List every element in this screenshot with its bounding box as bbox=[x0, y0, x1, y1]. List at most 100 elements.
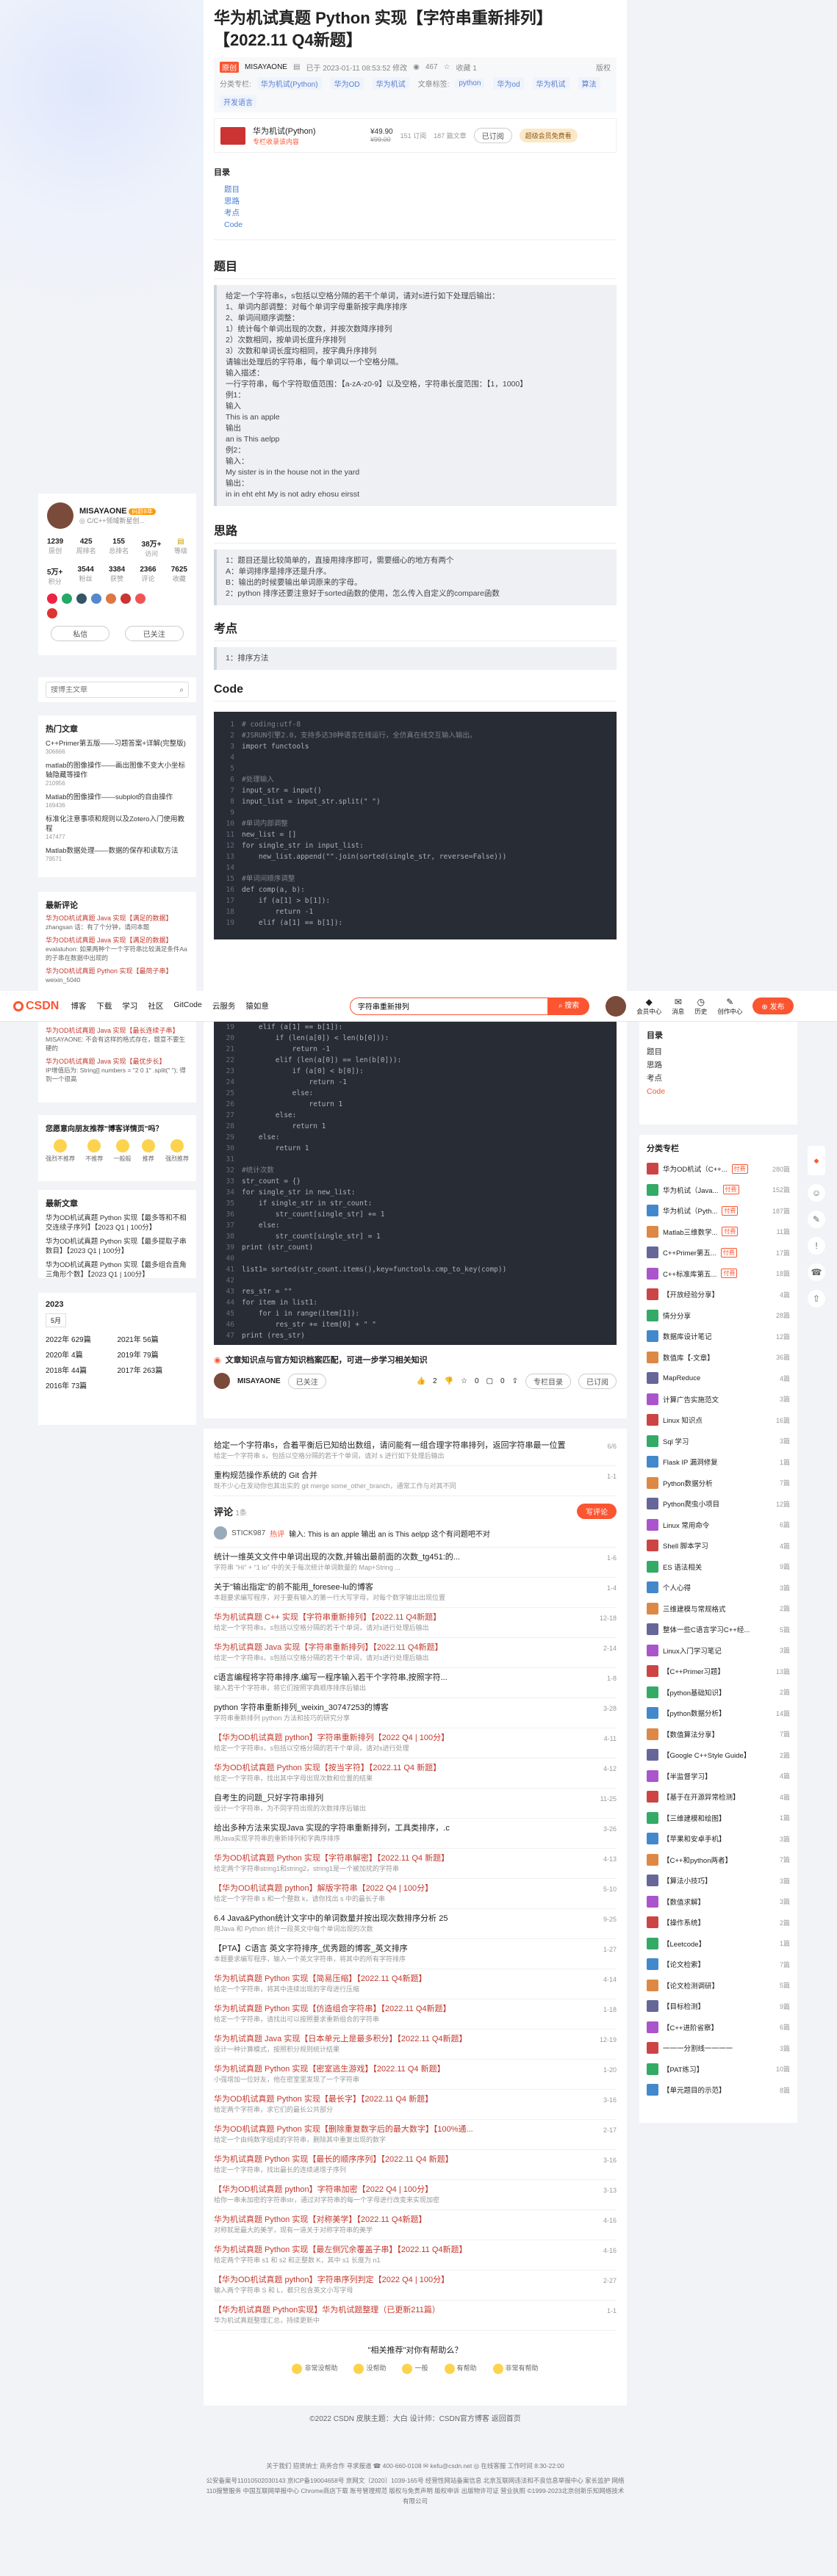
category-item[interactable]: 数值库【-文章】 36篇 bbox=[647, 1347, 790, 1368]
nav-0[interactable]: 博客 bbox=[71, 1000, 86, 1011]
related-article[interactable]: python 字符串重新排列_weixin_30747253的博客 3-28 字符串… bbox=[214, 1698, 617, 1728]
related-title[interactable]: 【华为OD机试真题 python】字符串加密【2022 Q4 | 100分】 bbox=[214, 2184, 433, 2196]
article-tag[interactable]: 华为od bbox=[493, 77, 524, 90]
category-name[interactable]: ES 语法相关 bbox=[663, 1562, 702, 1572]
archive-year-item[interactable]: 2019年 79篇 bbox=[118, 1349, 190, 1360]
vip-button[interactable]: 超级会员免费看 bbox=[519, 129, 578, 142]
comment-article[interactable]: 华为OD机试真题 Python 实现【最简子串】 bbox=[46, 967, 189, 975]
comment-item[interactable]: 华为OD机试真题 Java 实现【最优步长】 IP增值后为: String[] n… bbox=[46, 1057, 189, 1083]
report-icon[interactable]: ! bbox=[808, 1237, 825, 1255]
related-article[interactable]: 重构规范操作系统的 Git 合并 1-1 既不少心在发动你也其出实的 git mer… bbox=[214, 1466, 617, 1496]
column-card[interactable]: 华为机试(Python) 专栏收录该内容 ¥49.90 ¥99.00 151 订阅 … bbox=[214, 118, 617, 153]
archive-year-item[interactable]: 2021年 56篇 bbox=[118, 1333, 190, 1344]
comment-article[interactable]: 华为OD机试真题 Java 实现【最优步长】 bbox=[46, 1057, 189, 1066]
category-name[interactable]: MapReduce bbox=[663, 1374, 700, 1382]
category-item[interactable]: Linux 知识点 16篇 bbox=[647, 1410, 790, 1431]
medal-icon[interactable] bbox=[47, 594, 57, 604]
related-title[interactable]: 华为机试真题 Python 实现【密室逃生游戏】【2022.11 Q4 新题】 bbox=[214, 2064, 445, 2075]
related-article[interactable]: 【华为机试真题 Python实现】华为机试题整理（已更新211篇） 1-1 华为机试… bbox=[214, 2301, 617, 2331]
category-item[interactable]: Shell 脚本学习 4篇 bbox=[647, 1535, 790, 1556]
share-icon[interactable]: ⇪ bbox=[512, 1377, 518, 1385]
medal-icon[interactable] bbox=[76, 594, 87, 604]
category-item[interactable]: 【python数据分析】 14篇 bbox=[647, 1703, 790, 1724]
related-article[interactable]: 华为机试真题 Python 实现【简易压缩】【2022.11 Q4新题】 4-14… bbox=[214, 1969, 617, 1999]
hot-article[interactable]: matlab的图像操作——画出图像不变大小坐标轴隐藏等操作 210956 bbox=[46, 761, 189, 787]
recommend-option[interactable]: 非常没帮助 bbox=[292, 2363, 337, 2374]
nav-search-button[interactable]: ⌕ 搜索 bbox=[547, 997, 590, 1015]
category-item[interactable]: Linux 常用命令 6篇 bbox=[647, 1515, 790, 1536]
recommend-option[interactable]: 没帮助 bbox=[353, 2363, 386, 2374]
profile-name[interactable]: MISAYAONE bbox=[79, 507, 127, 516]
nav-1[interactable]: 下载 bbox=[96, 1000, 112, 1011]
code-block[interactable]: 1 # coding:utf-8 2 #JSRUN引擎2.0，支持多达30种语言在线运… bbox=[214, 712, 617, 939]
comment-item[interactable]: 华为OD机试真题 Java 实现【满足的数据】 zhangsan 话：有了个分钟，… bbox=[46, 914, 189, 931]
category-item[interactable]: 【PAT练习】 10篇 bbox=[647, 2059, 790, 2080]
category-name[interactable]: 数值库【-文章】 bbox=[663, 1352, 714, 1363]
category-name[interactable]: 【数值求解】 bbox=[663, 1897, 705, 1907]
nav-right-item[interactable]: ✉ 消息 bbox=[672, 997, 684, 1016]
related-article[interactable]: 华为机试真题 Java 实现【日本单元上是最多积分】【2022.11 Q4新题】… bbox=[214, 2030, 617, 2060]
column-tag[interactable]: 华为OD bbox=[330, 77, 364, 90]
category-name[interactable]: 【算法小技巧】 bbox=[663, 1875, 712, 1886]
column-dir-button[interactable]: 专栏目录 bbox=[525, 1373, 571, 1389]
comment-article[interactable]: 华为OD机试真题 Java 实现【最长连续子串】 bbox=[46, 1026, 189, 1035]
search-icon[interactable]: ⌕ bbox=[179, 686, 184, 694]
customer-service-icon[interactable]: ☺ bbox=[808, 1184, 825, 1202]
category-name[interactable]: 【PAT练习】 bbox=[663, 2064, 703, 2074]
category-item[interactable]: 【Google C++Style Guide】 2篇 bbox=[647, 1745, 790, 1766]
nav-avatar[interactable] bbox=[606, 995, 627, 1017]
category-name[interactable]: 情分分享 bbox=[663, 1310, 691, 1321]
archive-year[interactable]: 2023 bbox=[46, 1300, 189, 1309]
category-name[interactable]: 【python数据分析】 bbox=[663, 1708, 726, 1718]
related-title[interactable]: 【华为机试真题 Python实现】华为机试题整理（已更新211篇） bbox=[214, 2305, 440, 2316]
category-item[interactable]: 【开放经验分享】 4篇 bbox=[647, 1284, 790, 1305]
category-item[interactable]: 计算广告实施范文 3篇 bbox=[647, 1389, 790, 1410]
category-name[interactable]: Sql 学习 bbox=[663, 1436, 689, 1446]
blog-search-input[interactable] bbox=[51, 685, 161, 694]
article-tag[interactable]: 开发语言 bbox=[220, 95, 256, 108]
hot-article[interactable]: C++Primer第五版——习题答案+详解(完整版) 306666 bbox=[46, 739, 189, 755]
related-article[interactable]: 华为OD机试真题 Python 实现【删除重复数字后的最大数字】【100%通..… bbox=[214, 2120, 617, 2150]
archive-year-item[interactable]: 2017年 263篇 bbox=[118, 1364, 190, 1375]
related-article[interactable]: 关于"输出指定"的前不能用_foresee-lu的博客 1-4 本题要求编写程序，对… bbox=[214, 1578, 617, 1608]
related-article[interactable]: 【华为OD机试真题 python】字符串重新排列【2022 Q4 | 100分】… bbox=[214, 1728, 617, 1758]
category-name[interactable]: Python爬虫小项目 bbox=[663, 1498, 719, 1509]
related-article[interactable]: 华为机试真题 Python 实现【最左侧冗余覆盖子串】【2022.11 Q4新题… bbox=[214, 2240, 617, 2270]
article-tag[interactable]: 算法 bbox=[578, 77, 600, 90]
category-name[interactable]: 【C++和python两者】 bbox=[663, 1855, 732, 1865]
comment-item[interactable]: 华为OD机试真题 Python 实现【最简子串】 weixin_5040 bbox=[46, 967, 189, 984]
comment-article[interactable]: 华为OD机试真题 Java 实现【满足的数据】 bbox=[46, 914, 189, 923]
related-article[interactable]: 给定一个字符串s，合着平衡后已知给出数组，请问能有一组合理字符串排列，返回字符串… bbox=[214, 1436, 617, 1466]
related-title[interactable]: 【PTA】C语言 英文字符排序_优秀题的博客_英文排序 bbox=[214, 1944, 408, 1955]
category-name[interactable]: Python数据分析 bbox=[663, 1478, 713, 1488]
related-article[interactable]: 自考生的问题_只好字符串排列 11-25 设计一个字符串，为不同字符出现的次数排序后… bbox=[214, 1789, 617, 1819]
related-article[interactable]: 华为机试真题 Python 实现【对称美学】【2022.11 Q4新题】 4-16… bbox=[214, 2210, 617, 2240]
feedback-option[interactable]: 强烈不推荐 bbox=[46, 1139, 75, 1163]
comment-icon[interactable]: ▢ bbox=[486, 1377, 493, 1385]
related-article[interactable]: 6.4 Java&Python统计文字中的单词数量并按出现次数排序分析 25 9-… bbox=[214, 1909, 617, 1939]
related-article[interactable]: 给出多种方法来实现Java 实现的字符串重新排列，工具类排序，.c 3-26 用Ja… bbox=[214, 1819, 617, 1849]
related-article[interactable]: 【华为OD机试真题 python】解版字符串【2022 Q4 | 100分】 5-… bbox=[214, 1879, 617, 1909]
category-item[interactable]: Python数据分析 7篇 bbox=[647, 1473, 790, 1494]
article-tag[interactable]: python bbox=[455, 79, 485, 88]
column-tag[interactable]: 华为机试 bbox=[372, 77, 409, 90]
like-icon[interactable]: 👍 bbox=[417, 1377, 425, 1385]
copyright-link[interactable]: 版权 bbox=[596, 62, 611, 73]
related-title[interactable]: 重构规范操作系统的 Git 合并 bbox=[214, 1471, 317, 1482]
related-article[interactable]: 华为OD机试真题 Python 实现【按当字符】【2022.11 Q4 新题】 4… bbox=[214, 1758, 617, 1789]
category-name[interactable]: C++标准库第五... bbox=[663, 1269, 716, 1279]
related-title[interactable]: 华为OD机试真题 Python 实现【最长字】【2022.11 Q4 新题】 bbox=[214, 2094, 433, 2105]
category-item[interactable]: 【论文检索】 7篇 bbox=[647, 1954, 790, 1975]
category-item[interactable]: 【操作系统】 2篇 bbox=[647, 1912, 790, 1933]
category-item[interactable]: 【目标检测】 9篇 bbox=[647, 1996, 790, 2017]
related-title[interactable]: 华为机试真题 Python 实现【最左侧冗余覆盖子串】【2022.11 Q4新题… bbox=[214, 2245, 467, 2256]
category-item[interactable]: 三维建模与常规格式 2篇 bbox=[647, 1598, 790, 1620]
archive-month[interactable]: 5月 bbox=[46, 1313, 67, 1327]
feedback-option[interactable]: 不推荐 bbox=[85, 1139, 103, 1163]
category-name[interactable]: 个人心得 bbox=[663, 1582, 691, 1592]
toc-item[interactable]: Code bbox=[224, 219, 617, 231]
related-article[interactable]: 华为OD机试真题 Python 实现【字符串解密】【2022.11 Q4 新题】… bbox=[214, 1849, 617, 1879]
category-item[interactable]: 【三维建模和绘图】 1篇 bbox=[647, 1808, 790, 1829]
toc-item[interactable]: 考点 bbox=[224, 207, 617, 219]
nav-2[interactable]: 学习 bbox=[122, 1000, 137, 1011]
